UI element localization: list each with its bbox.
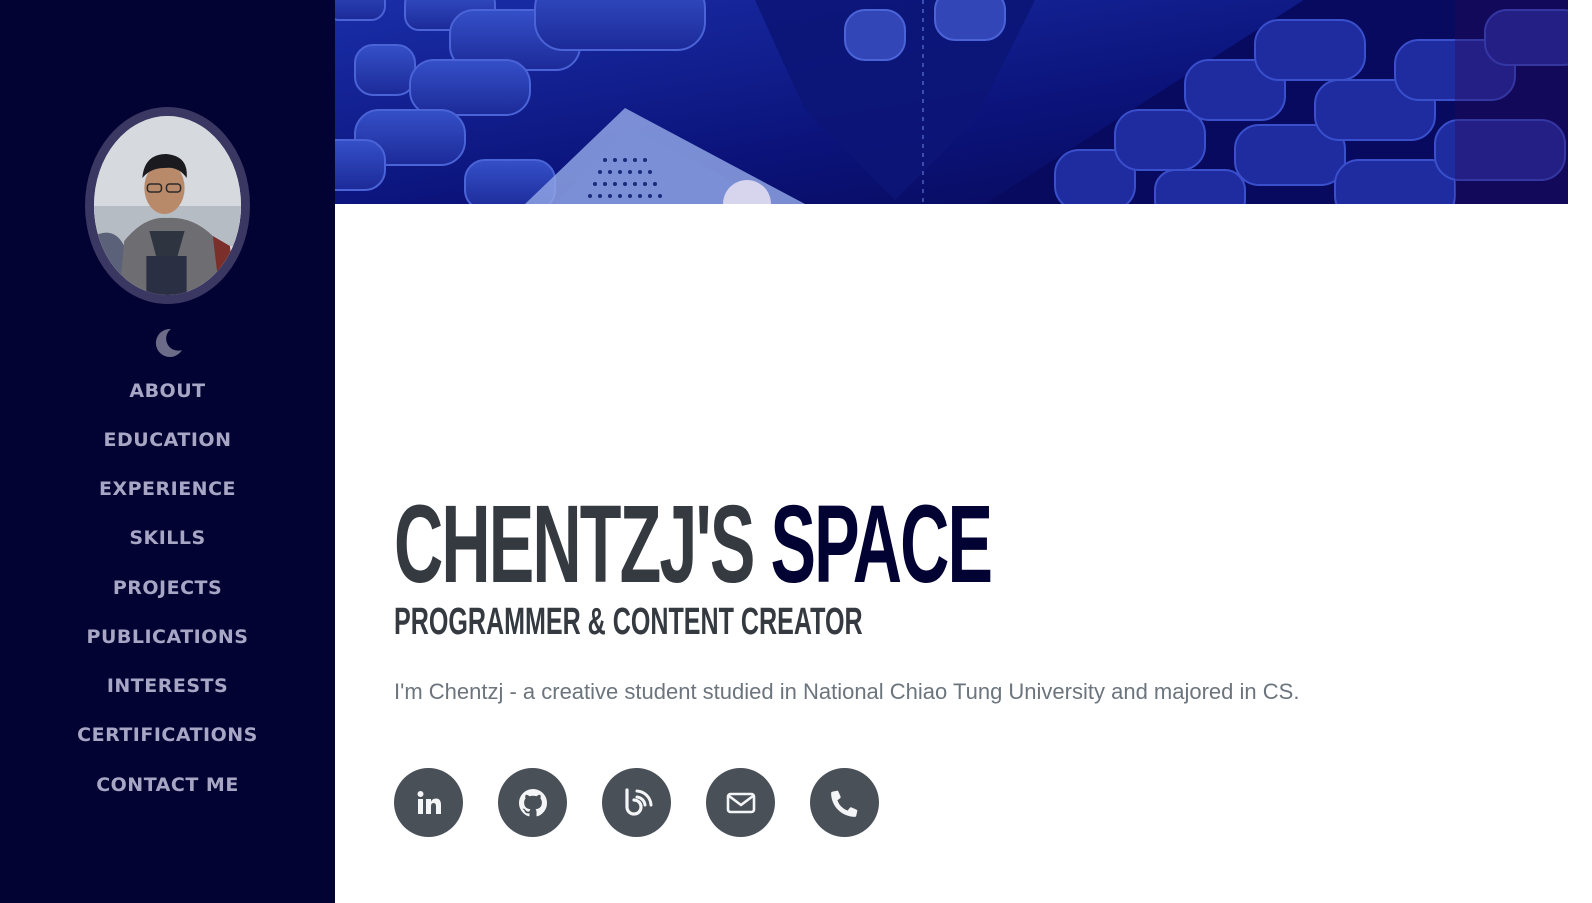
title-accent: SPACE	[770, 483, 993, 606]
github-button[interactable]	[498, 768, 567, 837]
github-icon	[518, 788, 547, 816]
blog-icon	[624, 787, 652, 816]
sidebar-nav: ABOUT EDUCATION EXPERIENCE SKILLS PROJEC…	[0, 366, 335, 809]
email-button[interactable]	[706, 768, 775, 837]
sidebar: ABOUT EDUCATION EXPERIENCE SKILLS PROJEC…	[0, 0, 335, 903]
theme-toggle-button[interactable]	[151, 326, 185, 360]
page-subtitle: PROGRAMMER & CONTENT CREATOR	[394, 601, 863, 643]
page-title: CHENTZJ'S SPACE	[394, 490, 993, 600]
about-section: CHENTZJ'S SPACE PROGRAMMER & CONTENT CRE…	[335, 204, 1568, 903]
linkedin-button[interactable]	[394, 768, 463, 837]
nav-item-certifications[interactable]: CERTIFICATIONS	[0, 711, 335, 760]
nav-item-projects[interactable]: PROJECTS	[0, 563, 335, 612]
nav-item-interests[interactable]: INTERESTS	[0, 662, 335, 711]
nav-item-about[interactable]: ABOUT	[0, 366, 335, 415]
nav-item-publications[interactable]: PUBLICATIONS	[0, 612, 335, 661]
profile-photo	[94, 116, 241, 295]
avatar-frame	[85, 107, 250, 304]
hero-banner-image	[335, 0, 1568, 204]
social-links	[394, 768, 879, 837]
email-icon	[726, 792, 755, 813]
avatar	[94, 116, 241, 295]
phone-button[interactable]	[810, 768, 879, 837]
moon-icon	[155, 328, 182, 357]
title-name: CHENTZJ'S	[394, 483, 755, 606]
keyboard-illustration	[335, 0, 1568, 204]
nav-item-contact[interactable]: CONTACT ME	[0, 760, 335, 809]
blog-button[interactable]	[602, 768, 671, 837]
linkedin-icon	[417, 790, 441, 814]
nav-item-skills[interactable]: SKILLS	[0, 514, 335, 563]
phone-icon	[830, 790, 857, 817]
intro-text: I'm Chentzj - a creative student studied…	[394, 679, 1300, 704]
nav-item-experience[interactable]: EXPERIENCE	[0, 465, 335, 514]
nav-item-education[interactable]: EDUCATION	[0, 415, 335, 464]
scroll-gutter	[1568, 0, 1592, 903]
